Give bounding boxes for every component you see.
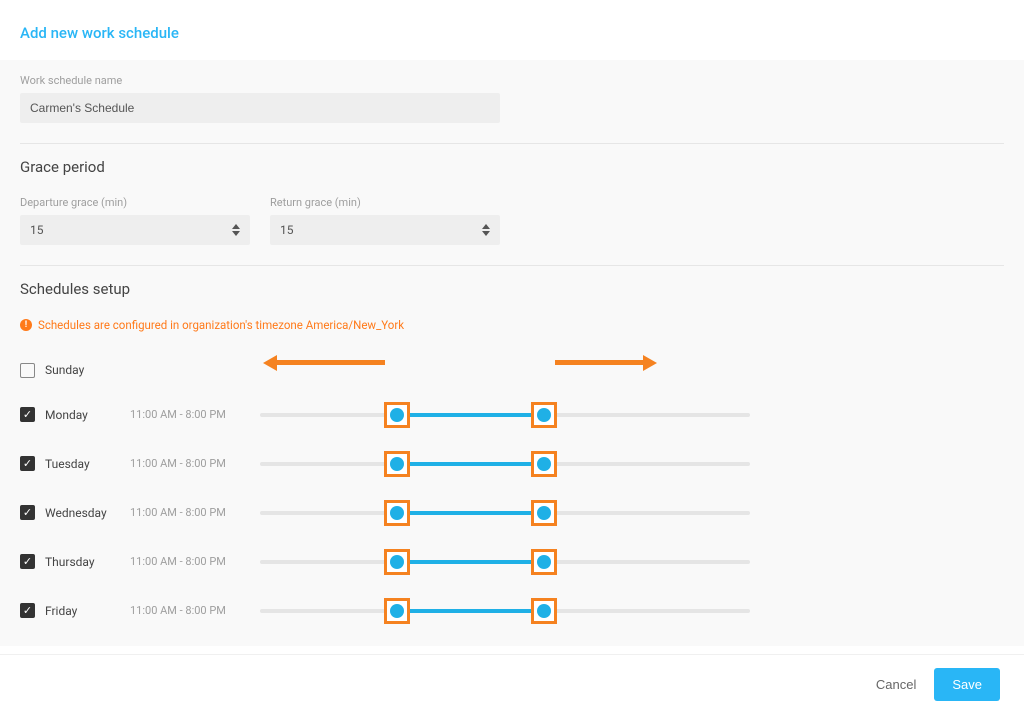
day-checkbox[interactable] — [20, 407, 35, 422]
annotation-arrow-right — [555, 360, 645, 365]
day-checkbox[interactable] — [20, 363, 35, 378]
annotation-arrow-left — [275, 360, 385, 365]
chevron-down-icon[interactable] — [482, 231, 490, 236]
day-label: Monday — [45, 408, 130, 422]
slider-active-range — [397, 609, 544, 613]
day-time-range: 11:00 AM - 8:00 PM — [130, 555, 260, 568]
return-grace-input[interactable]: 15 — [270, 215, 500, 245]
day-label: Thursday — [45, 555, 130, 569]
chevron-down-icon[interactable] — [232, 231, 240, 236]
day-label: Tuesday — [45, 457, 130, 471]
slider-active-range — [397, 560, 544, 564]
departure-grace-label: Departure grace (min) — [20, 196, 250, 209]
slider-handle-start[interactable] — [390, 457, 404, 471]
day-time-range: 11:00 AM - 8:00 PM — [130, 408, 260, 421]
timezone-note-text: Schedules are configured in organization… — [38, 318, 404, 332]
save-button[interactable]: Save — [934, 668, 1000, 701]
slider-handle-end[interactable] — [537, 457, 551, 471]
day-checkbox[interactable] — [20, 505, 35, 520]
time-range-slider[interactable] — [260, 401, 750, 429]
time-range-slider[interactable] — [260, 548, 750, 576]
slider-handle-end[interactable] — [537, 555, 551, 569]
time-range-slider[interactable] — [260, 499, 750, 527]
divider — [20, 143, 1004, 144]
time-range-slider[interactable] — [260, 450, 750, 478]
day-row: Saturday — [20, 635, 1004, 646]
slider-handle-start[interactable] — [390, 604, 404, 618]
day-checkbox[interactable] — [20, 554, 35, 569]
work-schedule-name-input[interactable] — [20, 93, 500, 123]
slider-handle-end[interactable] — [537, 506, 551, 520]
slider-handle-end[interactable] — [537, 604, 551, 618]
chevron-up-icon[interactable] — [482, 224, 490, 229]
page-title: Add new work schedule — [20, 24, 1004, 42]
slider-handle-end[interactable] — [537, 408, 551, 422]
schedules-setup-title: Schedules setup — [20, 280, 1004, 298]
day-time-range: 11:00 AM - 8:00 PM — [130, 457, 260, 470]
day-row: Wednesday11:00 AM - 8:00 PM — [20, 488, 1004, 537]
return-grace-value: 15 — [280, 223, 482, 237]
day-checkbox[interactable] — [20, 456, 35, 471]
slider-handle-start[interactable] — [390, 408, 404, 422]
day-checkbox[interactable] — [20, 603, 35, 618]
day-row: Thursday11:00 AM - 8:00 PM — [20, 537, 1004, 586]
info-icon: ! — [20, 319, 32, 331]
time-range-slider[interactable] — [260, 597, 750, 625]
return-grace-label: Return grace (min) — [270, 196, 500, 209]
work-schedule-name-label: Work schedule name — [20, 74, 1004, 87]
slider-handle-start[interactable] — [390, 555, 404, 569]
slider-active-range — [397, 511, 544, 515]
day-row: Monday11:00 AM - 8:00 PM — [20, 390, 1004, 439]
day-time-range: 11:00 AM - 8:00 PM — [130, 604, 260, 617]
day-row: Sunday — [20, 350, 1004, 390]
chevron-up-icon[interactable] — [232, 224, 240, 229]
departure-grace-value: 15 — [30, 223, 232, 237]
cancel-button[interactable]: Cancel — [876, 677, 916, 692]
slider-handle-start[interactable] — [390, 506, 404, 520]
day-time-range: 11:00 AM - 8:00 PM — [130, 506, 260, 519]
day-label: Sunday — [45, 363, 130, 377]
day-label: Friday — [45, 604, 130, 618]
grace-period-title: Grace period — [20, 158, 1004, 176]
day-label: Wednesday — [45, 506, 130, 520]
day-row: Friday11:00 AM - 8:00 PM — [20, 586, 1004, 635]
slider-active-range — [397, 462, 544, 466]
day-row: Tuesday11:00 AM - 8:00 PM — [20, 439, 1004, 488]
slider-active-range — [397, 413, 544, 417]
departure-grace-input[interactable]: 15 — [20, 215, 250, 245]
timezone-note: ! Schedules are configured in organizati… — [20, 318, 1004, 332]
divider — [20, 265, 1004, 266]
